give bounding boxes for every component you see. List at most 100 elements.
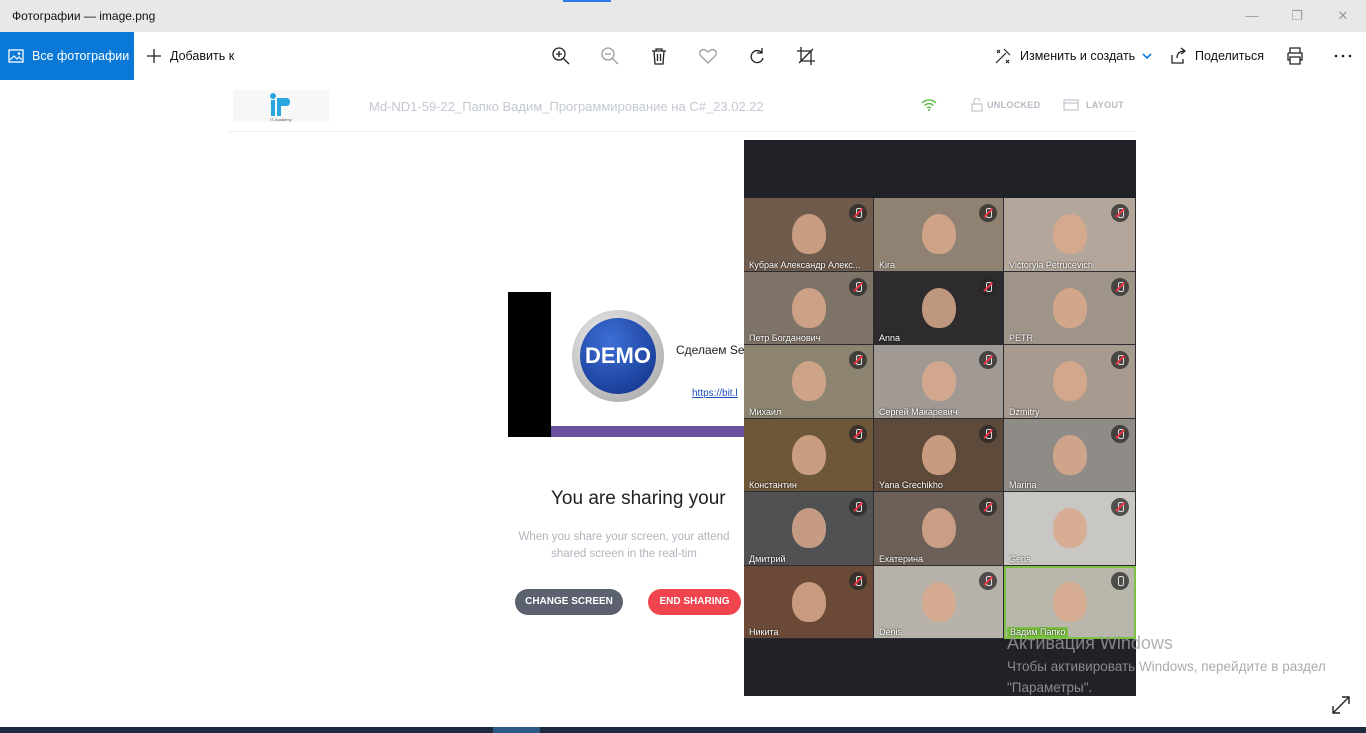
meeting-title: Md-ND1-59-22_Папко Вадим_Программировани… (369, 99, 764, 114)
mic-muted-icon (979, 498, 997, 516)
participant-tile[interactable]: Marina (1004, 418, 1136, 492)
participant-tile[interactable]: Сергей Макаревич (874, 345, 1004, 419)
participant-name: Yana Grechikho (879, 480, 943, 490)
edit-create-label: Изменить и создать (1020, 49, 1136, 63)
participant-tile[interactable]: Вадим Папко (1004, 565, 1136, 639)
zoom-in-icon[interactable] (551, 46, 571, 66)
mic-muted-icon (1111, 498, 1129, 516)
participant-tile[interactable]: Anna (874, 271, 1004, 345)
slide-footer-bar (551, 426, 748, 437)
mic-muted-icon (849, 204, 867, 222)
participant-name: Marina (1009, 480, 1037, 490)
title-bar: Фотографии — image.png — ❐ ✕ (0, 0, 1366, 32)
participant-name: Kira (879, 259, 896, 270)
participant-tile[interactable]: Kira (874, 198, 1004, 272)
participant-video (1052, 214, 1087, 254)
participant-tile[interactable]: Кубрак Александр Алекс... (744, 198, 874, 272)
maximize-button[interactable]: ❐ (1274, 0, 1320, 32)
participant-video (791, 361, 826, 401)
rotate-icon[interactable] (747, 46, 767, 66)
mic-muted-icon (849, 277, 867, 296)
mic-muted-icon (1111, 277, 1129, 296)
mic-muted-icon (1111, 204, 1129, 222)
change-screen-button[interactable]: CHANGE SCREEN (515, 589, 623, 615)
add-to-label: Добавить к (170, 49, 235, 63)
wifi-signal-icon (921, 99, 937, 111)
title-accent (563, 0, 611, 2)
participant-tile[interactable]: Дмитрий (744, 492, 874, 566)
participant-name: Кубрак Александр Алекс... (749, 259, 861, 270)
participant-video (791, 214, 826, 254)
end-sharing-button[interactable]: END SHARING (648, 589, 741, 615)
edit-create-button[interactable]: Изменить и создать (994, 32, 1153, 80)
unlocked-status[interactable]: UNLOCKED (987, 100, 1040, 110)
participant-tile[interactable]: Петр Богданович (744, 271, 874, 345)
mic-icon (1111, 571, 1129, 590)
zoom-out-icon[interactable] (600, 46, 620, 66)
participant-video (1052, 434, 1087, 475)
participant-video (921, 361, 956, 401)
participant-name: Denis (879, 627, 903, 637)
edit-create-icon (995, 48, 1011, 64)
participant-name: Петр Богданович (749, 333, 821, 343)
participant-tile[interactable]: Михаил (744, 345, 874, 419)
participant-video (1052, 361, 1087, 401)
participant-name: Константин (749, 480, 797, 490)
participant-name: PETR (1009, 333, 1034, 343)
close-button[interactable]: ✕ (1320, 0, 1366, 32)
participant-tile[interactable]: Екатерина (874, 492, 1004, 566)
taskbar-active-item (493, 727, 540, 733)
slide-text: Сделаем Se (676, 343, 745, 357)
logo-text: IT-Academy (270, 117, 291, 122)
participant-video (921, 581, 956, 622)
participant-tile[interactable]: Denis (874, 565, 1004, 639)
sharing-heading: You are sharing your (551, 488, 726, 509)
mic-muted-icon (849, 571, 867, 590)
participant-video (791, 581, 826, 622)
participant-tile[interactable]: Никита (744, 565, 874, 639)
participant-name: Михаил (749, 406, 782, 417)
participants-grid: Кубрак Александр Алекс... Kira Victoryia P… (744, 198, 1136, 640)
participant-tile[interactable]: Gena (1004, 492, 1136, 566)
activation-watermark-title: Активация Windows (1007, 633, 1173, 653)
participant-name: Сергей Макаревич (879, 406, 958, 417)
mic-muted-icon (979, 277, 997, 296)
displayed-image: IT-Academy Md-ND1-59-22_Папко Вадим_Прог… (229, 80, 1136, 696)
participant-video (1052, 581, 1087, 622)
share-button[interactable]: Поделиться (1169, 32, 1264, 80)
all-photos-button[interactable]: Все фотографии (0, 32, 134, 80)
mic-muted-icon (849, 351, 867, 369)
participant-tile[interactable]: Dzmitry (1004, 345, 1136, 419)
participant-tile[interactable]: Константин (744, 418, 874, 492)
participant-tile[interactable]: Victoryia Petrucevich (1004, 198, 1136, 272)
layout-button[interactable]: LAYOUT (1086, 100, 1124, 110)
unlocked-lock-icon (971, 98, 983, 112)
print-icon[interactable] (1285, 46, 1305, 66)
mic-muted-icon (1111, 351, 1129, 369)
sharing-desc-line1: When you share your screen, your attend (518, 531, 730, 543)
mic-muted-icon (979, 424, 997, 443)
more-options-icon[interactable] (1333, 46, 1353, 66)
activation-watermark-text: Чтобы активировать Windows, перейдите в … (1007, 659, 1326, 695)
participant-tile[interactable]: Yana Grechikho (874, 418, 1004, 492)
demo-label: DEMO (580, 318, 656, 394)
crop-icon[interactable] (796, 46, 816, 66)
delete-icon[interactable] (649, 46, 669, 66)
participant-name: Gena (1009, 553, 1032, 564)
participant-video (921, 508, 956, 548)
mic-muted-icon (979, 351, 997, 369)
participants-video-panel: Кубрак Александр Алекс... Kira Victoryia P… (744, 140, 1136, 696)
sharing-desc-line2: shared screen in the real-tim (551, 548, 697, 560)
favorite-heart-icon[interactable] (698, 46, 718, 66)
add-to-button[interactable]: Добавить к (146, 32, 234, 80)
mic-muted-icon (1111, 424, 1129, 443)
participant-name: Anna (879, 333, 901, 343)
photo-icon (8, 49, 24, 63)
plus-icon (147, 49, 161, 63)
participant-video (791, 287, 826, 328)
mic-muted-icon (979, 204, 997, 222)
minimize-button[interactable]: — (1229, 0, 1275, 32)
fullscreen-expand-icon[interactable] (1330, 694, 1352, 716)
participant-video (921, 287, 956, 328)
participant-tile[interactable]: PETR (1004, 271, 1136, 345)
